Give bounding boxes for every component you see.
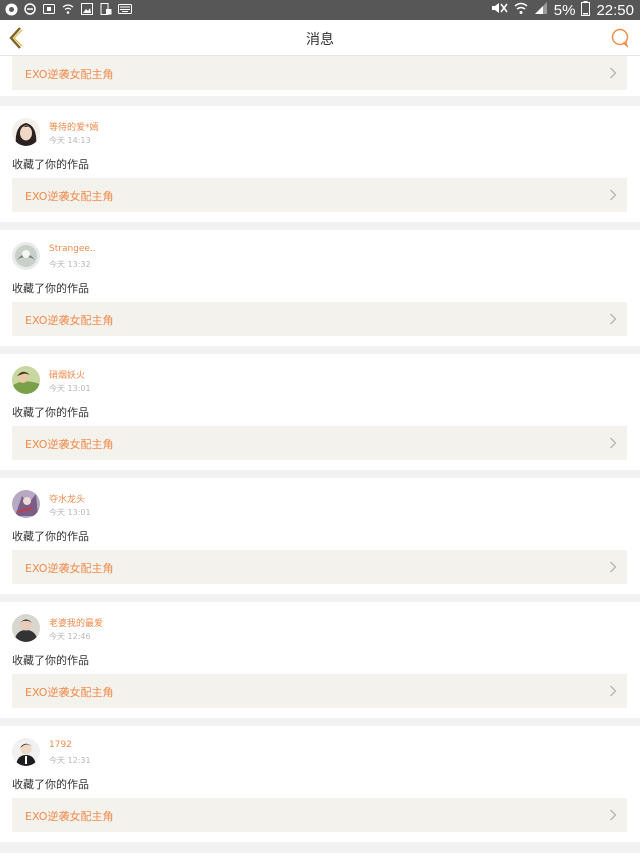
timestamp: 今天 13:01 (49, 384, 91, 393)
work-title: EXO逆袭女配主角 (25, 562, 114, 575)
message-card: 老婆我的最爱 今天 12:46 收藏了你的作品 EXO逆袭女配主角 (0, 602, 640, 718)
avatar[interactable] (12, 738, 40, 766)
cell-signal-icon (534, 1, 548, 19)
username[interactable]: 硝烟妖火 (49, 368, 85, 381)
work-title: EXO逆袭女配主角 (25, 68, 114, 81)
username[interactable]: Strangee.. (49, 244, 96, 254)
notification-icons (4, 2, 132, 16)
chevron-right-icon (610, 437, 617, 449)
message-card: 夺水龙头 今天 13:01 收藏了你的作品 EXO逆袭女配主角 (0, 478, 640, 594)
message-card: 硝烟妖火 今天 13:01 收藏了你的作品 EXO逆袭女配主角 (0, 354, 640, 470)
message-card-partial: EXO逆袭女配主角 (0, 56, 640, 96)
chevron-right-icon (610, 189, 617, 201)
chevron-right-icon (610, 685, 617, 697)
message-list[interactable]: EXO逆袭女配主角 等待的爱*嫣 今天 14:13 收藏了你的作品 EXO逆袭女… (0, 56, 640, 853)
username[interactable]: 1792 (49, 740, 72, 750)
work-title: EXO逆袭女配主角 (25, 686, 114, 699)
status-bar: 5% 22:50 (0, 0, 640, 20)
battery-percent: 5% (553, 1, 576, 19)
clock: 22:50 (596, 1, 634, 19)
action-text: 收藏了你的作品 (12, 158, 89, 171)
action-text: 收藏了你的作品 (12, 654, 89, 667)
work-link[interactable]: EXO逆袭女配主角 (12, 674, 627, 708)
work-link[interactable]: EXO逆袭女配主角 (12, 56, 627, 90)
nav-bar: 消息 (0, 20, 640, 56)
work-title: EXO逆袭女配主角 (25, 438, 114, 451)
mute-icon (490, 1, 508, 19)
sim-card-icon (42, 2, 56, 16)
chat-button[interactable] (610, 28, 630, 49)
chevron-right-icon (610, 561, 617, 573)
username[interactable]: 老婆我的最爱 (49, 616, 103, 629)
timestamp: 今天 13:32 (49, 260, 91, 269)
message-card: 1792 今天 12:31 收藏了你的作品 EXO逆袭女配主角 (0, 726, 640, 842)
message-card: Strangee.. 今天 13:32 收藏了你的作品 EXO逆袭女配主角 (0, 230, 640, 346)
username[interactable]: 夺水龙头 (49, 492, 85, 505)
keyboard-icon (118, 2, 132, 16)
work-link[interactable]: EXO逆袭女配主角 (12, 178, 627, 212)
timestamp: 今天 12:31 (49, 756, 91, 765)
action-text: 收藏了你的作品 (12, 282, 89, 295)
timestamp: 今天 13:01 (49, 508, 91, 517)
avatar[interactable] (12, 366, 40, 394)
chevron-right-icon (610, 67, 617, 79)
avatar[interactable] (12, 490, 40, 518)
device-icon (99, 2, 113, 16)
work-link[interactable]: EXO逆袭女配主角 (12, 798, 627, 832)
avatar[interactable] (12, 242, 40, 270)
wifi-signal-icon (61, 2, 75, 16)
timestamp: 今天 12:46 (49, 632, 91, 641)
work-link[interactable]: EXO逆袭女配主角 (12, 302, 627, 336)
action-text: 收藏了你的作品 (12, 778, 89, 791)
work-link[interactable]: EXO逆袭女配主角 (12, 426, 627, 460)
action-text: 收藏了你的作品 (12, 530, 89, 543)
work-title: EXO逆袭女配主角 (25, 190, 114, 203)
wifi-icon (514, 1, 528, 19)
chevron-right-icon (610, 313, 617, 325)
chat-bubble-icon (611, 28, 629, 49)
work-title: EXO逆袭女配主角 (25, 810, 114, 823)
message-card: 等待的爱*嫣 今天 14:13 收藏了你的作品 EXO逆袭女配主角 (0, 106, 640, 222)
username[interactable]: 等待的爱*嫣 (49, 120, 99, 133)
battery-icon (581, 0, 591, 20)
chevron-right-icon (610, 809, 617, 821)
system-indicators: 5% 22:50 (490, 0, 634, 20)
work-title: EXO逆袭女配主角 (25, 314, 114, 327)
work-link[interactable]: EXO逆袭女配主角 (12, 550, 627, 584)
action-text: 收藏了你的作品 (12, 406, 89, 419)
avatar[interactable] (12, 118, 40, 146)
page-title: 消息 (306, 32, 334, 48)
image-icon (80, 2, 94, 16)
do-not-disturb-icon (23, 2, 37, 16)
app-notification-icon (4, 2, 18, 16)
avatar[interactable] (12, 614, 40, 642)
timestamp: 今天 14:13 (49, 136, 91, 145)
